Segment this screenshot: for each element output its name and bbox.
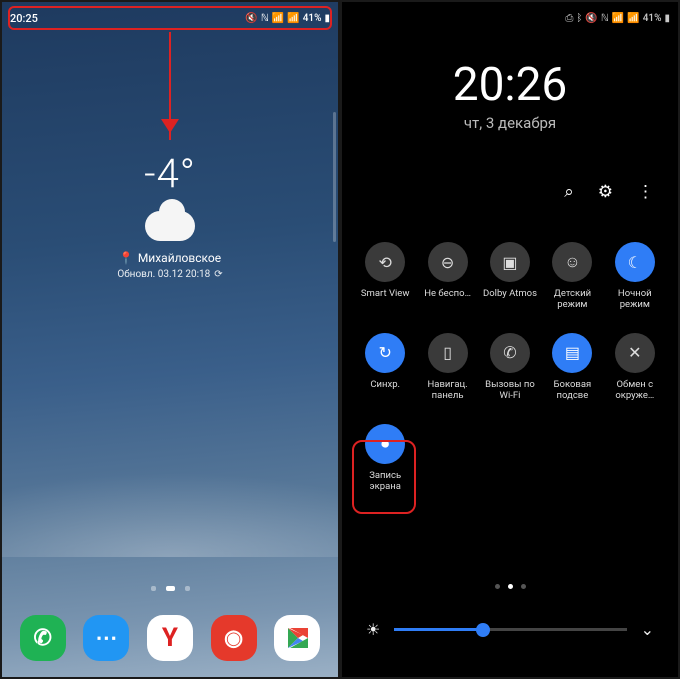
dnd-icon: ⊖ bbox=[428, 242, 468, 282]
battery-icon: ▮ bbox=[664, 13, 670, 24]
screen-record-highlight bbox=[352, 440, 416, 514]
qs-tile-sync[interactable]: ↻ Синхр. bbox=[354, 333, 416, 402]
qs-tile-label: Боковая подсве bbox=[543, 379, 601, 402]
app-messages[interactable]: ⋯ bbox=[83, 615, 129, 661]
sun-icon: ☀ bbox=[366, 620, 380, 639]
weather-updated: Обновл. 03.12 20:18 bbox=[117, 269, 210, 280]
qs-tile-edge[interactable]: ▤ Боковая подсве bbox=[541, 333, 603, 402]
nfc-icon: ℕ bbox=[261, 13, 269, 24]
signal-icon: 📶 bbox=[627, 13, 639, 24]
kids-icon: ☺ bbox=[552, 242, 592, 282]
status-right-icons: 🔇 ℕ 📶 📶 41% ▮ bbox=[245, 13, 330, 24]
smart-view-icon: ⟲ bbox=[365, 242, 405, 282]
status-bar[interactable]: 20:25 🔇 ℕ 📶 📶 41% ▮ bbox=[10, 8, 330, 28]
cast-icon: ⎙ bbox=[565, 13, 573, 24]
qs-tile-label: Dolby Atmos bbox=[483, 288, 537, 299]
qs-tools: ⌕ ⚙ ⋮ bbox=[564, 182, 654, 202]
status-time: 20:25 bbox=[10, 12, 38, 25]
qs-tile-label: Детский режим bbox=[543, 288, 601, 311]
camera-icon: ◉ bbox=[224, 626, 243, 651]
bluetooth-icon: ᛒ bbox=[576, 13, 582, 24]
brightness-row: ☀ ⌄ bbox=[366, 620, 654, 639]
qs-tile-dolby[interactable]: ▣ Dolby Atmos bbox=[479, 242, 541, 311]
sync-icon: ↻ bbox=[365, 333, 405, 373]
qs-clock: 20:26 чт, 3 декабря bbox=[342, 58, 678, 132]
qs-tile-nav[interactable]: ▯ Навигац. панель bbox=[416, 333, 478, 402]
nfc-icon: ℕ bbox=[601, 13, 609, 24]
phone-home-screen: 20:25 🔇 ℕ 📶 📶 41% ▮ -4° 📍 Михайловское О… bbox=[0, 0, 340, 679]
qs-tile-label: Вызовы по Wi-Fi bbox=[481, 379, 539, 402]
qs-time: 20:26 bbox=[342, 58, 678, 112]
phone-icon: ✆ bbox=[33, 626, 51, 651]
qs-pager[interactable] bbox=[342, 584, 678, 589]
status-bar: ⎙ ᛒ 🔇 ℕ 📶 📶 41% ▮ bbox=[350, 8, 670, 28]
qs-tile-smart-view[interactable]: ⟲ Smart View bbox=[354, 242, 416, 311]
weather-temp: -4° bbox=[144, 150, 196, 197]
app-phone[interactable]: ✆ bbox=[20, 615, 66, 661]
qs-tile-night[interactable]: ☾ Ночной режим bbox=[604, 242, 666, 311]
mute-icon: 🔇 bbox=[245, 13, 257, 24]
pulldown-arrow bbox=[169, 32, 171, 140]
battery-text: 41% bbox=[303, 13, 322, 24]
qs-date: чт, 3 декабря bbox=[342, 114, 678, 132]
gear-icon[interactable]: ⚙ bbox=[598, 182, 613, 202]
night-icon: ☾ bbox=[615, 242, 655, 282]
wifi-icon: 📶 bbox=[272, 13, 284, 24]
chevron-down-icon[interactable]: ⌄ bbox=[641, 620, 654, 639]
play-icon bbox=[285, 626, 309, 650]
weather-location: Михайловское bbox=[138, 251, 221, 265]
app-camera[interactable]: ◉ bbox=[211, 615, 257, 661]
wifi-call-icon: ✆ bbox=[490, 333, 530, 373]
weather-widget[interactable]: -4° 📍 Михайловское Обновл. 03.12 20:18 ⟳ bbox=[2, 150, 338, 280]
nav-icon: ▯ bbox=[428, 333, 468, 373]
brightness-fill bbox=[394, 628, 482, 631]
home-pager[interactable] bbox=[2, 586, 338, 591]
pin-icon: 📍 bbox=[119, 251, 134, 265]
dolby-icon: ▣ bbox=[490, 242, 530, 282]
cloud-icon bbox=[145, 211, 195, 241]
refresh-icon[interactable]: ⟳ bbox=[214, 269, 222, 280]
wifi-icon: 📶 bbox=[612, 13, 624, 24]
app-yandex[interactable]: Y bbox=[147, 615, 193, 661]
messages-icon: ⋯ bbox=[95, 626, 117, 651]
qs-tile-label: Не беспо… bbox=[424, 288, 471, 299]
signal-icon: 📶 bbox=[287, 13, 299, 24]
more-icon[interactable]: ⋮ bbox=[637, 182, 654, 202]
brightness-thumb[interactable] bbox=[476, 623, 490, 637]
app-play-store[interactable] bbox=[274, 615, 320, 661]
dock: ✆ ⋯ Y ◉ bbox=[2, 615, 338, 661]
brightness-slider[interactable] bbox=[394, 628, 626, 631]
qs-tile-label: Обмен с окруже… bbox=[606, 379, 664, 402]
search-icon[interactable]: ⌕ bbox=[564, 182, 574, 202]
mute-icon: 🔇 bbox=[585, 13, 597, 24]
phone-quick-settings: ⎙ ᛒ 🔇 ℕ 📶 📶 41% ▮ 20:26 чт, 3 декабря ⌕ … bbox=[340, 0, 680, 679]
battery-icon: ▮ bbox=[324, 13, 330, 24]
qs-tile-label: Синхр. bbox=[370, 379, 400, 390]
qs-tile-label: Smart View bbox=[361, 288, 410, 299]
yandex-icon: Y bbox=[162, 623, 178, 653]
share-icon: ✕ bbox=[615, 333, 655, 373]
status-right-icons: ⎙ ᛒ 🔇 ℕ 📶 📶 41% ▮ bbox=[565, 13, 670, 24]
qs-tile-share[interactable]: ✕ Обмен с окруже… bbox=[604, 333, 666, 402]
edge-icon: ▤ bbox=[552, 333, 592, 373]
qs-tile-label: Навигац. панель bbox=[419, 379, 477, 402]
battery-text: 41% bbox=[643, 13, 662, 24]
qs-tile-wifi-call[interactable]: ✆ Вызовы по Wi-Fi bbox=[479, 333, 541, 402]
qs-tile-label: Ночной режим bbox=[606, 288, 664, 311]
qs-tile-kids[interactable]: ☺ Детский режим bbox=[541, 242, 603, 311]
qs-tile-dnd[interactable]: ⊖ Не беспо… bbox=[416, 242, 478, 311]
